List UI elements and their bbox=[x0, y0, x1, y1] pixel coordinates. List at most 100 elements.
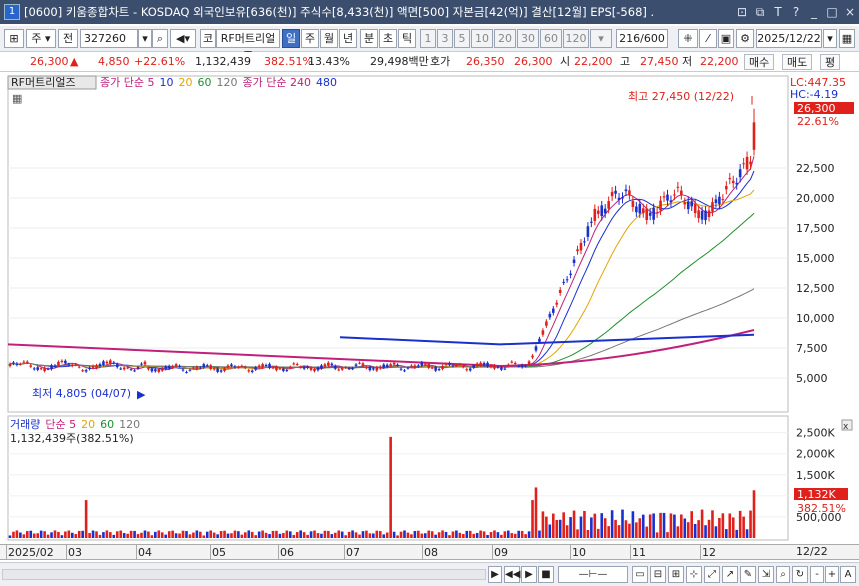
maximize-icon[interactable]: □ bbox=[823, 5, 841, 19]
panel-close-glyph: x bbox=[843, 422, 849, 432]
volume-bar bbox=[247, 530, 251, 538]
date-dropdown-icon[interactable]: ▾ bbox=[823, 29, 837, 48]
candle-body bbox=[313, 368, 316, 372]
interval-button[interactable]: 20 bbox=[494, 29, 516, 48]
volume-bar bbox=[686, 522, 690, 538]
code-input[interactable]: 327260 bbox=[80, 29, 138, 48]
candle-body bbox=[389, 364, 392, 367]
refresh-icon[interactable]: ↻ bbox=[792, 566, 808, 583]
sell-button[interactable]: 매도 bbox=[782, 54, 813, 70]
x-axis-separator bbox=[630, 545, 631, 560]
buy-button[interactable]: 매수 bbox=[744, 54, 775, 70]
copy-icon[interactable]: ⧉ bbox=[751, 5, 769, 20]
zoom-slider[interactable]: —⊢— bbox=[558, 566, 628, 583]
period-tab-tick[interactable]: 틱 bbox=[398, 29, 416, 48]
interval-button[interactable]: 60 bbox=[540, 29, 562, 48]
scroll-right-button[interactable]: ▶ bbox=[488, 566, 502, 583]
trend-tool-icon[interactable]: ⁄ bbox=[699, 29, 717, 48]
candle-body bbox=[448, 362, 451, 365]
period-tab-month[interactable]: 월 bbox=[320, 29, 338, 48]
high-annotation: 최고 27,450 (12/22) bbox=[628, 90, 734, 103]
candle-body bbox=[641, 208, 645, 214]
period-tab-week[interactable]: 주 bbox=[301, 29, 319, 48]
minimize-icon[interactable]: _ bbox=[805, 5, 823, 19]
view-icon[interactable]: ▭ bbox=[632, 566, 648, 583]
candle-body bbox=[50, 365, 53, 370]
help-icon[interactable]: ? bbox=[787, 5, 805, 19]
search-icon[interactable]: ⌕ bbox=[152, 29, 168, 48]
link-icon[interactable]: ⊡ bbox=[733, 5, 751, 19]
candle-body bbox=[465, 369, 469, 371]
speaker-icon[interactable]: ◀▾ bbox=[170, 29, 196, 48]
drawing-tool-icon[interactable]: ⊞ bbox=[4, 29, 24, 48]
interval-dropdown-icon[interactable]: ▾ bbox=[590, 29, 612, 48]
volume-bar bbox=[486, 534, 489, 538]
candle-body bbox=[392, 362, 396, 365]
candle-body bbox=[382, 364, 386, 368]
period-tab-second[interactable]: 초 bbox=[379, 29, 397, 48]
volume-bar bbox=[510, 533, 514, 538]
draw-icon[interactable]: ✎ bbox=[740, 566, 756, 583]
pin-icon[interactable]: ⇲ bbox=[758, 566, 774, 583]
stop-button[interactable]: ■ bbox=[538, 566, 554, 583]
code-dropdown-icon[interactable]: ▾ bbox=[138, 29, 152, 48]
arrow-icon[interactable]: ↗ bbox=[722, 566, 738, 583]
zoom-in-button[interactable]: + bbox=[825, 566, 839, 583]
close-icon[interactable]: × bbox=[841, 5, 859, 19]
table-icon[interactable]: ▦ bbox=[12, 92, 22, 105]
volume-bar bbox=[375, 530, 379, 538]
magnifier-icon[interactable]: ⌕ bbox=[776, 566, 790, 583]
volume-bar bbox=[233, 530, 237, 538]
volume-bar bbox=[583, 510, 586, 538]
rewind-button[interactable]: ◀◀ bbox=[504, 566, 520, 583]
market-select[interactable]: 주 ▾ bbox=[26, 29, 56, 48]
interval-button[interactable]: 1 bbox=[420, 29, 436, 48]
app-icon[interactable]: 1 bbox=[4, 4, 20, 20]
interval-button[interactable]: 120 bbox=[563, 29, 589, 48]
candle-body bbox=[240, 365, 244, 367]
period-tab-day[interactable]: 일 bbox=[282, 29, 300, 48]
grid-icon[interactable]: ⊞ bbox=[668, 566, 684, 583]
volume-bar bbox=[669, 513, 673, 538]
auto-button[interactable]: A bbox=[840, 566, 856, 583]
candle-body bbox=[309, 367, 313, 370]
period-tab-year[interactable]: 년 bbox=[339, 29, 357, 48]
interval-button[interactable]: 5 bbox=[454, 29, 470, 48]
candle-body bbox=[655, 212, 659, 214]
calendar-icon[interactable]: ▦ bbox=[839, 29, 855, 48]
settings-gear-icon[interactable]: ⚙ bbox=[736, 29, 754, 48]
count-field[interactable]: 216/600 bbox=[616, 29, 668, 48]
zoom-out-button[interactable]: - bbox=[810, 566, 824, 583]
period-tab-minute[interactable]: 분 bbox=[360, 29, 378, 48]
split-icon[interactable]: ⊟ bbox=[650, 566, 666, 583]
interval-button[interactable]: 10 bbox=[471, 29, 493, 48]
volume-bar bbox=[112, 534, 116, 538]
market-all-button[interactable]: 전 bbox=[58, 29, 78, 48]
candle-body bbox=[635, 206, 638, 213]
font-icon[interactable]: T bbox=[769, 5, 787, 19]
save-icon[interactable]: ▣ bbox=[718, 29, 734, 48]
eval-button[interactable]: 평 bbox=[820, 54, 841, 70]
volume-bar bbox=[347, 531, 351, 538]
candle-body bbox=[441, 366, 444, 370]
price-tick-label: 15,000 bbox=[796, 252, 835, 265]
stock-chart[interactable]: ▶ RF머트리얼즈 종가 단순 5 10 20 60 120 종가 단순 240 480 ▦… bbox=[0, 72, 859, 542]
volume-bar bbox=[95, 531, 98, 538]
volume-bar bbox=[607, 526, 610, 538]
interval-button[interactable]: 3 bbox=[437, 29, 453, 48]
date-field[interactable]: 2025/12/22 bbox=[756, 29, 822, 48]
cursor-icon[interactable]: ⊹ bbox=[686, 566, 702, 583]
candle-body bbox=[510, 361, 514, 363]
candle-body bbox=[8, 363, 12, 366]
candle-body bbox=[579, 242, 583, 251]
volume-bar bbox=[226, 533, 230, 538]
grid-tool-icon[interactable]: ⁜ bbox=[678, 29, 698, 48]
candle-body bbox=[257, 365, 261, 368]
candle-body bbox=[91, 365, 95, 368]
interval-button[interactable]: 30 bbox=[517, 29, 539, 48]
volume-bar bbox=[26, 531, 29, 538]
fit-icon[interactable]: ⤢ bbox=[704, 566, 720, 583]
candle-body bbox=[410, 365, 413, 367]
scroll-track[interactable] bbox=[2, 569, 486, 580]
play-button[interactable]: ▶ bbox=[521, 566, 537, 583]
